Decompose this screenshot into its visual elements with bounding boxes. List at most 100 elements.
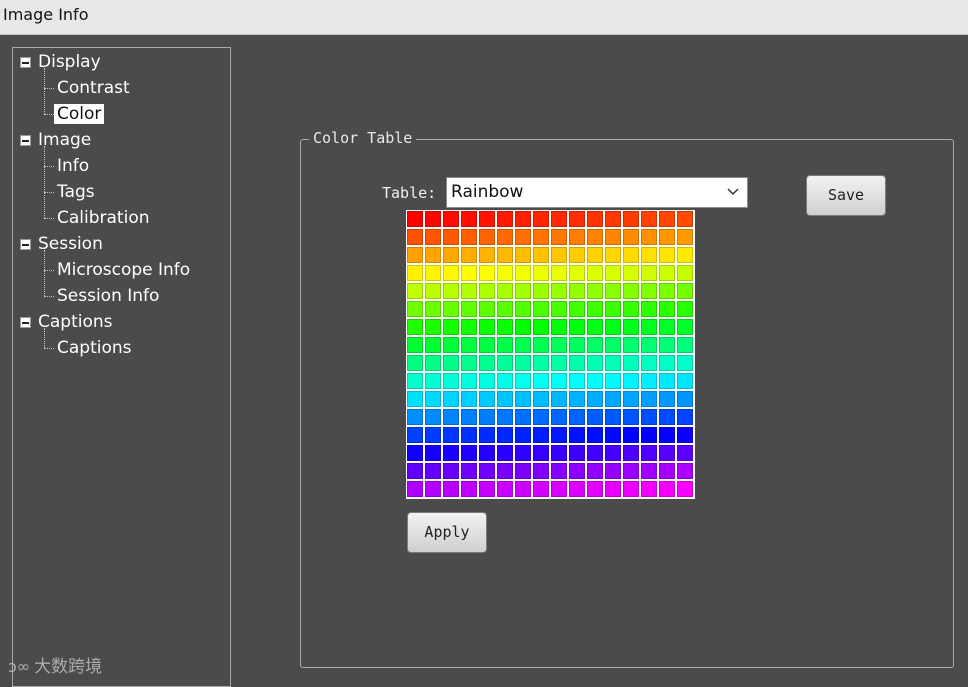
palette-cell[interactable] — [551, 481, 567, 497]
palette-cell[interactable] — [515, 211, 531, 227]
palette-cell[interactable] — [569, 319, 585, 335]
palette-cell[interactable] — [425, 337, 441, 353]
palette-cell[interactable] — [605, 427, 621, 443]
palette-cell[interactable] — [497, 427, 513, 443]
palette-cell[interactable] — [479, 427, 495, 443]
palette-cell[interactable] — [551, 247, 567, 263]
palette-cell[interactable] — [479, 211, 495, 227]
palette-cell[interactable] — [659, 337, 675, 353]
palette-cell[interactable] — [605, 373, 621, 389]
palette-cell[interactable] — [677, 211, 693, 227]
tree-node-session[interactable]: Session — [20, 232, 103, 256]
palette-cell[interactable] — [569, 337, 585, 353]
collapse-minus-icon[interactable] — [20, 239, 31, 250]
palette-cell[interactable] — [677, 229, 693, 245]
palette-cell[interactable] — [605, 481, 621, 497]
palette-cell[interactable] — [425, 265, 441, 281]
palette-cell[interactable] — [407, 481, 423, 497]
palette-cell[interactable] — [479, 229, 495, 245]
palette-cell[interactable] — [407, 301, 423, 317]
palette-cell[interactable] — [641, 373, 657, 389]
palette-cell[interactable] — [659, 391, 675, 407]
palette-cell[interactable] — [623, 301, 639, 317]
palette-cell[interactable] — [479, 445, 495, 461]
palette-cell[interactable] — [677, 319, 693, 335]
palette-cell[interactable] — [569, 301, 585, 317]
palette-cell[interactable] — [641, 409, 657, 425]
palette-cell[interactable] — [443, 427, 459, 443]
palette-cell[interactable] — [461, 283, 477, 299]
palette-cell[interactable] — [407, 229, 423, 245]
palette-cell[interactable] — [443, 481, 459, 497]
palette-cell[interactable] — [677, 301, 693, 317]
palette-cell[interactable] — [605, 265, 621, 281]
palette-cell[interactable] — [425, 409, 441, 425]
palette-cell[interactable] — [551, 211, 567, 227]
palette-cell[interactable] — [551, 337, 567, 353]
palette-cell[interactable] — [569, 391, 585, 407]
palette-cell[interactable] — [677, 445, 693, 461]
palette-cell[interactable] — [515, 373, 531, 389]
palette-cell[interactable] — [677, 391, 693, 407]
palette-cell[interactable] — [677, 355, 693, 371]
palette-cell[interactable] — [551, 391, 567, 407]
palette-cell[interactable] — [587, 445, 603, 461]
palette-cell[interactable] — [425, 211, 441, 227]
palette-cell[interactable] — [425, 481, 441, 497]
palette-cell[interactable] — [515, 463, 531, 479]
tree-node-captions-child[interactable]: Captions — [57, 336, 132, 360]
palette-cell[interactable] — [497, 445, 513, 461]
palette-cell[interactable] — [551, 301, 567, 317]
chevron-down-icon[interactable] — [726, 184, 740, 198]
palette-cell[interactable] — [677, 409, 693, 425]
palette-cell[interactable] — [407, 211, 423, 227]
palette-cell[interactable] — [605, 391, 621, 407]
palette-cell[interactable] — [515, 409, 531, 425]
tree-node-session-info[interactable]: Session Info — [57, 284, 159, 308]
palette-cell[interactable] — [425, 445, 441, 461]
palette-cell[interactable] — [587, 319, 603, 335]
palette-cell[interactable] — [443, 463, 459, 479]
palette-cell[interactable] — [407, 463, 423, 479]
palette-cell[interactable] — [677, 337, 693, 353]
palette-cell[interactable] — [587, 355, 603, 371]
palette-cell[interactable] — [641, 283, 657, 299]
palette-cell[interactable] — [497, 211, 513, 227]
palette-cell[interactable] — [551, 409, 567, 425]
palette-cell[interactable] — [641, 247, 657, 263]
palette-cell[interactable] — [497, 229, 513, 245]
palette-cell[interactable] — [605, 319, 621, 335]
palette-cell[interactable] — [497, 301, 513, 317]
palette-cell[interactable] — [569, 283, 585, 299]
palette-cell[interactable] — [587, 337, 603, 353]
palette-cell[interactable] — [407, 391, 423, 407]
palette-cell[interactable] — [443, 319, 459, 335]
palette-cell[interactable] — [443, 265, 459, 281]
palette-cell[interactable] — [569, 247, 585, 263]
tree-node-captions[interactable]: Captions — [20, 310, 113, 334]
palette-cell[interactable] — [623, 355, 639, 371]
palette-cell[interactable] — [605, 463, 621, 479]
palette-cell[interactable] — [551, 427, 567, 443]
palette-cell[interactable] — [605, 211, 621, 227]
palette-cell[interactable] — [461, 463, 477, 479]
palette-cell[interactable] — [497, 355, 513, 371]
palette-cell[interactable] — [641, 319, 657, 335]
palette-cell[interactable] — [497, 247, 513, 263]
palette-cell[interactable] — [659, 229, 675, 245]
palette-cell[interactable] — [587, 481, 603, 497]
palette-cell[interactable] — [641, 211, 657, 227]
palette-cell[interactable] — [479, 319, 495, 335]
palette-cell[interactable] — [515, 481, 531, 497]
palette-cell[interactable] — [533, 283, 549, 299]
palette-cell[interactable] — [659, 355, 675, 371]
palette-cell[interactable] — [497, 409, 513, 425]
palette-cell[interactable] — [533, 409, 549, 425]
palette-cell[interactable] — [497, 283, 513, 299]
palette-cell[interactable] — [659, 283, 675, 299]
palette-cell[interactable] — [641, 355, 657, 371]
palette-cell[interactable] — [623, 229, 639, 245]
palette-cell[interactable] — [461, 445, 477, 461]
palette-cell[interactable] — [407, 427, 423, 443]
tree-node-info[interactable]: Info — [57, 154, 89, 178]
